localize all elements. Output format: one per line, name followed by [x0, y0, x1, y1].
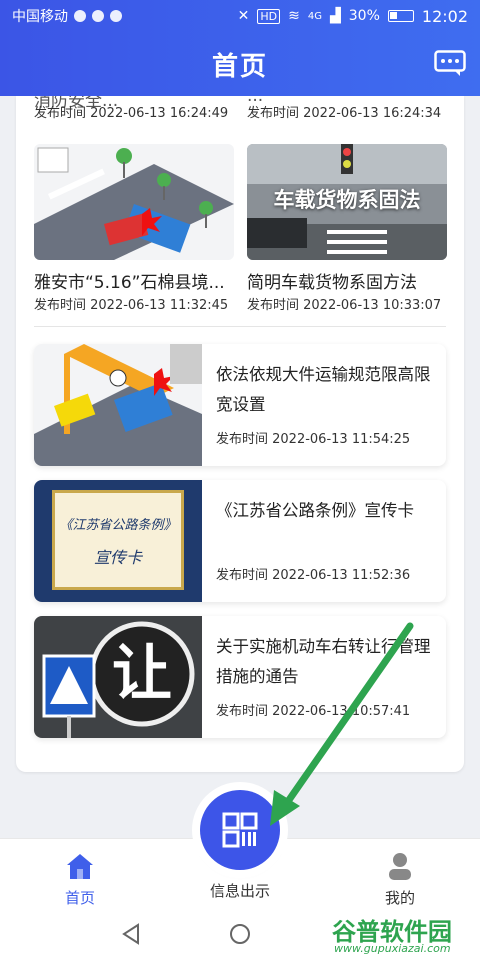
watermark-url: www.gupuxiazai.com	[334, 942, 451, 955]
annotation-arrow-icon	[270, 622, 414, 826]
home-circle-icon[interactable]	[228, 922, 252, 946]
back-icon[interactable]	[120, 922, 144, 946]
watermark: 谷普软件园 www.gupuxiazai.com	[328, 912, 480, 960]
